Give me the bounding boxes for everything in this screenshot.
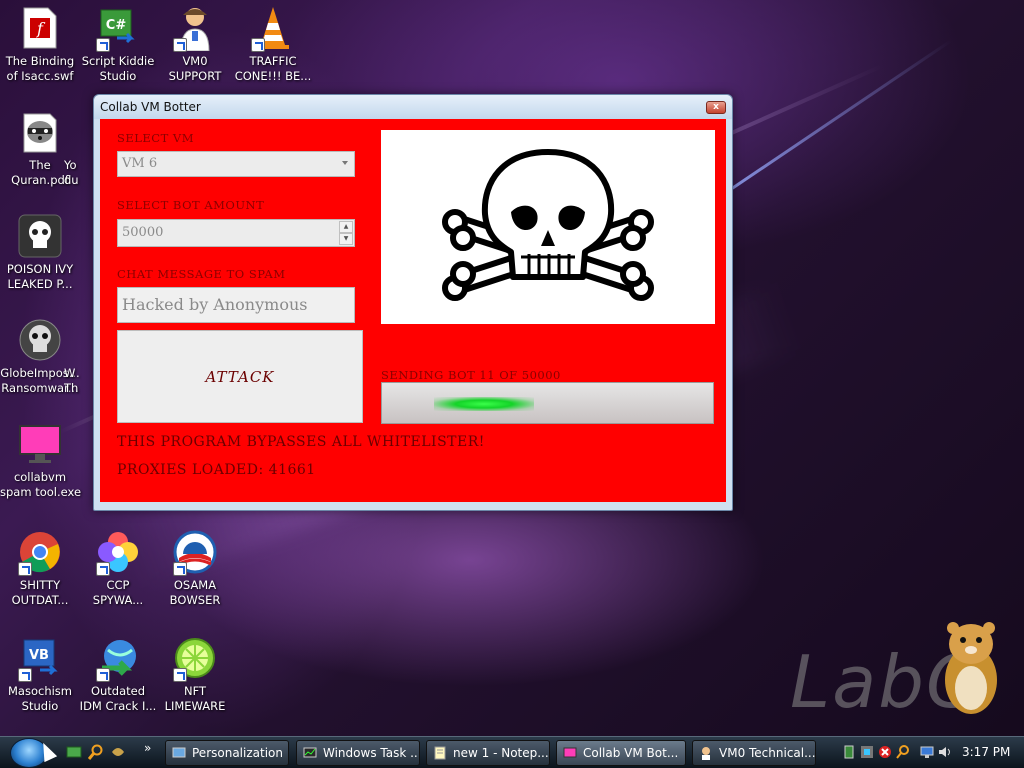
svg-text:VB: VB	[29, 648, 49, 663]
desktop-icon-osama-bowser[interactable]: OSAMA BOWSER	[155, 528, 235, 608]
progress-bar	[381, 382, 714, 424]
task-manager-icon	[303, 747, 317, 758]
vm-select[interactable]: VM 6	[117, 151, 355, 177]
desktop-icon-script-kiddie-studio[interactable]: C# Script Kiddie Studio	[78, 4, 158, 84]
sending-status: SENDING BOT 11 OF 50000	[381, 368, 561, 382]
desktop-icon-ccp-spyware[interactable]: CCP SPYWA...	[78, 528, 158, 608]
monitor-icon	[16, 420, 64, 468]
chat-message-input[interactable]: Hacked by Anonymous	[117, 287, 355, 323]
window-title: Collab VM Botter	[100, 100, 201, 114]
task-windows-task-manager[interactable]: Windows Task ...	[296, 740, 420, 766]
task-notepad[interactable]: new 1 - Notep...	[426, 740, 550, 766]
desktop-icon-poison-ivy[interactable]: POISON IVY LEAKED P...	[0, 212, 80, 292]
partial-icon	[69, 316, 89, 364]
skull-crossbones-icon	[442, 149, 654, 301]
flash-file-icon: f	[16, 4, 64, 52]
raccoon-icon	[16, 108, 64, 156]
select-vm-label: SELECT VM	[117, 131, 195, 145]
vm-select-value: VM 6	[122, 156, 158, 171]
window-titlebar[interactable]: Collab VM Botter x	[94, 95, 732, 119]
csharp-studio-icon: C#	[94, 4, 142, 52]
doctor-icon	[171, 4, 219, 52]
task-collab-vm-botter[interactable]: Collab VM Bot...	[556, 740, 686, 766]
attack-button[interactable]: ATTACK	[117, 330, 363, 423]
spin-up-icon[interactable]: ▲	[339, 221, 353, 233]
progress-fill	[434, 397, 534, 411]
desktop-icon-partial-1[interactable]: Yo du	[64, 108, 94, 188]
desktop-icon-collabvm-spam-tool[interactable]: collabvm spam tool.exe	[0, 420, 81, 500]
taskbar-clock[interactable]: 3:17 PM	[962, 745, 1010, 759]
vb-studio-icon: VB	[16, 634, 64, 682]
desktop-icon-traffic-cone[interactable]: TRAFFIC CONE!!! BE...	[233, 4, 313, 84]
support-icon	[702, 747, 710, 760]
desktop-icon-vm0-support[interactable]: VM0 SUPPORT	[155, 4, 235, 84]
task-personalization[interactable]: Personalization	[165, 740, 289, 766]
tray-network-icon[interactable]	[842, 745, 856, 759]
desktop-icon-partial-2[interactable]: W Th	[64, 316, 94, 396]
chat-message-label: CHAT MESSAGE TO SPAM	[117, 267, 286, 281]
tray-app-icon[interactable]	[860, 745, 874, 759]
lime-icon	[171, 634, 219, 682]
desktop-icon-masochism-studio[interactable]: VB Masochism Studio	[0, 634, 80, 714]
partial-icon	[69, 108, 89, 156]
spin-down-icon[interactable]: ▼	[339, 233, 353, 245]
app-icon	[563, 747, 577, 758]
window-client-area: SELECT VM VM 6 SELECT BOT AMOUNT 50000 ▲…	[100, 119, 726, 502]
chevron-down-icon	[342, 161, 348, 165]
bot-amount-value: 50000	[122, 225, 164, 240]
obama-logo-icon	[171, 528, 219, 576]
chat-message-value: Hacked by Anonymous	[122, 295, 308, 314]
tray-volume-icon[interactable]	[938, 745, 952, 759]
quick-launch-icon[interactable]	[110, 744, 126, 760]
close-button[interactable]: x	[706, 100, 726, 114]
hamster-icon	[945, 622, 997, 714]
personalization-icon	[172, 747, 186, 758]
bot-amount-label: SELECT BOT AMOUNT	[117, 198, 265, 212]
desktop-icon-binding-of-isaac[interactable]: f The Binding of Isacc.swf	[0, 4, 80, 84]
tray-search-icon[interactable]	[896, 745, 910, 759]
notepad-icon	[434, 746, 446, 760]
pinwheel-icon	[94, 528, 142, 576]
show-desktop-icon[interactable]	[66, 744, 82, 760]
bot-amount-stepper[interactable]: 50000 ▲ ▼	[117, 219, 355, 247]
chrome-icon	[16, 528, 64, 576]
tray-monitor-icon[interactable]	[920, 745, 934, 759]
svg-text:C#: C#	[106, 18, 127, 33]
traffic-cone-icon	[249, 4, 297, 52]
taskbar-overflow-icon[interactable]: »	[144, 741, 151, 755]
skull-image	[381, 130, 715, 324]
task-vm0-technical[interactable]: VM0 Technical...	[692, 740, 816, 766]
search-icon[interactable]	[88, 744, 104, 760]
desktop-icon-idm-crack[interactable]: Outdated IDM Crack I...	[78, 634, 158, 714]
skull-icon	[16, 212, 64, 260]
skull-icon	[16, 316, 64, 364]
collab-vm-botter-window[interactable]: Collab VM Botter x SELECT VM VM 6 SELECT…	[93, 94, 733, 511]
desktop-icon-nft-limeware[interactable]: NFT LIMEWARE	[155, 634, 235, 714]
tray-security-icon[interactable]	[878, 745, 892, 759]
globe-download-icon	[94, 634, 142, 682]
desktop-icon-chrome[interactable]: SHITTY OUTDAT...	[0, 528, 80, 608]
bypass-notice: THIS PROGRAM BYPASSES ALL WHITELISTER!	[117, 434, 485, 450]
proxies-loaded: PROXIES LOADED: 41661	[117, 462, 316, 478]
